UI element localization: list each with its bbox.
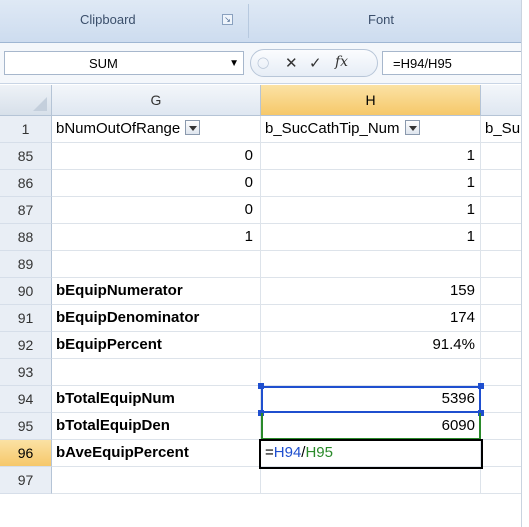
formula-text: =H94/H95 xyxy=(393,56,452,71)
dialog-launcher-icon[interactable]: ↘ xyxy=(222,14,233,25)
cell-g[interactable] xyxy=(52,467,261,494)
active-cell-border xyxy=(259,439,483,469)
column-label-i: b_Su xyxy=(485,120,521,137)
row-header[interactable]: 86 xyxy=(0,170,52,197)
row-header[interactable]: 87 xyxy=(0,197,52,224)
cell-g1[interactable]: bNumOutOfRange xyxy=(52,116,261,143)
cell-g[interactable]: bTotalEquipDen xyxy=(52,413,261,440)
filter-dropdown-icon[interactable] xyxy=(404,119,420,135)
row-header[interactable]: 90 xyxy=(0,278,52,305)
row-header[interactable]: 93 xyxy=(0,359,52,386)
resize-handle[interactable] xyxy=(478,383,484,389)
row-header[interactable]: 92 xyxy=(0,332,52,359)
column-header-h[interactable]: H xyxy=(261,85,481,116)
reference-highlight-h95 xyxy=(261,413,481,440)
row-header[interactable]: 88 xyxy=(0,224,52,251)
cell-h[interactable] xyxy=(261,467,481,494)
font-group-label: Font xyxy=(368,12,395,27)
cell-h[interactable] xyxy=(261,359,481,386)
cell-h[interactable]: 1 xyxy=(261,197,481,224)
cell-h1[interactable]: b_SucCathTip_Num xyxy=(261,116,481,143)
formula-bar-grip-icon: ◯ xyxy=(257,57,270,69)
cell-g[interactable]: 1 xyxy=(52,224,261,251)
row-header[interactable]: 89 xyxy=(0,251,52,278)
enter-icon[interactable]: ✓ xyxy=(309,54,322,72)
cell-g[interactable]: bEquipPercent xyxy=(52,332,261,359)
clipboard-group-label: Clipboard xyxy=(80,12,136,27)
insert-function-icon[interactable]: fx xyxy=(335,54,348,70)
formula-input[interactable]: =H94/H95 xyxy=(382,51,529,75)
select-all-triangle-icon xyxy=(33,97,47,111)
cell-g[interactable]: bEquipDenominator xyxy=(52,305,261,332)
cell-h[interactable]: 1 xyxy=(261,170,481,197)
column-label-h: b_SucCathTip_Num xyxy=(265,120,400,137)
cell-h[interactable]: 174 xyxy=(261,305,481,332)
cell-g[interactable]: bEquipNumerator xyxy=(52,278,261,305)
cell-h[interactable] xyxy=(261,251,481,278)
formula-bar-buttons: ◯ ✕ ✓ fx xyxy=(250,49,378,77)
name-box-value: SUM xyxy=(89,56,118,71)
row-header[interactable]: 94 xyxy=(0,386,52,413)
cell-g[interactable]: 0 xyxy=(52,197,261,224)
table-header-row: 1 bNumOutOfRange b_SucCathTip_Num b_Su xyxy=(0,116,529,143)
formula-bar: SUM ▼ ◯ ✕ ✓ fx =H94/H95 xyxy=(0,43,529,84)
column-header-g[interactable]: G xyxy=(52,85,261,116)
cell-h[interactable]: 159 xyxy=(261,278,481,305)
row-header[interactable]: 1 xyxy=(0,116,52,143)
row-header[interactable]: 85 xyxy=(0,143,52,170)
column-label-g: bNumOutOfRange xyxy=(56,120,181,137)
cell-g[interactable]: 0 xyxy=(52,143,261,170)
resize-handle[interactable] xyxy=(258,383,264,389)
row-header[interactable]: 95 xyxy=(0,413,52,440)
cell-g[interactable]: bAveEquipPercent xyxy=(52,440,261,467)
row-header[interactable]: 97 xyxy=(0,467,52,494)
select-all-button[interactable] xyxy=(0,85,52,116)
cell-g[interactable]: 0 xyxy=(52,170,261,197)
cell-h[interactable]: 1 xyxy=(261,224,481,251)
group-divider xyxy=(248,4,249,38)
row-header[interactable]: 96 xyxy=(0,440,52,467)
ribbon: Clipboard ↘ Font xyxy=(0,0,529,43)
cell-h[interactable]: 1 xyxy=(261,143,481,170)
cell-h[interactable]: 91.4% xyxy=(261,332,481,359)
cell-g[interactable] xyxy=(52,359,261,386)
window-edge xyxy=(521,0,529,527)
filter-dropdown-icon[interactable] xyxy=(185,119,201,135)
chevron-down-icon[interactable]: ▼ xyxy=(229,58,239,69)
cell-g[interactable]: bTotalEquipNum xyxy=(52,386,261,413)
row-header[interactable]: 91 xyxy=(0,305,52,332)
reference-highlight-h94 xyxy=(261,386,481,413)
cell-g[interactable] xyxy=(52,251,261,278)
name-box[interactable]: SUM ▼ xyxy=(4,51,244,75)
cancel-icon[interactable]: ✕ xyxy=(285,54,298,72)
